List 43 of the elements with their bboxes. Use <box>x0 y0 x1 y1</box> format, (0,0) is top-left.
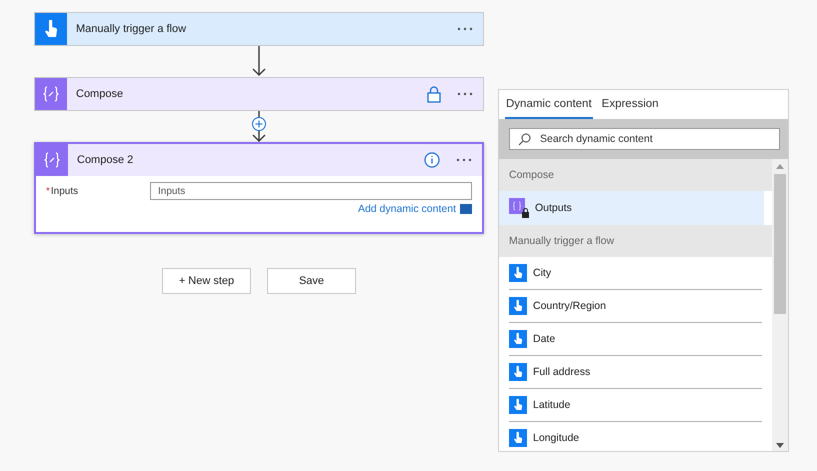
braces-icon <box>509 198 529 218</box>
dynamic-content-item[interactable]: Outputs <box>499 191 764 225</box>
dynamic-content-item[interactable]: Longitude <box>509 422 762 451</box>
braces-icon <box>43 152 61 168</box>
search-icon <box>518 133 531 146</box>
insert-step-connector[interactable] <box>251 111 267 142</box>
hand-icon <box>509 297 527 315</box>
more-icon[interactable] <box>456 158 472 162</box>
inputs-field[interactable]: Inputs <box>150 182 472 200</box>
dynamic-content-item[interactable]: Latitude <box>509 389 762 422</box>
panel-tab[interactable]: Expression <box>600 90 660 119</box>
field-label: Inputs <box>50 186 78 196</box>
section-header: Compose <box>499 159 772 191</box>
step-card[interactable]: Compose 2 *Inputs Inputs Add dynamic content <box>34 142 484 234</box>
hand-icon <box>509 396 527 414</box>
dynamic-content-item[interactable]: City <box>509 257 762 290</box>
hand-icon <box>509 330 527 348</box>
dynamic-content-item[interactable]: Date <box>509 323 762 356</box>
more-icon[interactable] <box>457 27 473 31</box>
section-header: Manually trigger a flow <box>499 225 772 257</box>
dynamic-content-item[interactable]: Country/Region <box>509 290 762 323</box>
scrollbar[interactable] <box>772 159 788 451</box>
step-card[interactable]: Compose <box>34 77 484 111</box>
arrow-connector <box>252 46 266 77</box>
step-card[interactable]: Manually trigger a flow <box>34 12 484 46</box>
hand-icon <box>44 20 58 38</box>
step-title: Compose <box>76 88 124 100</box>
search-field[interactable]: Search dynamic content <box>509 128 780 150</box>
required-mark: * <box>46 186 50 196</box>
info-icon[interactable] <box>424 152 440 168</box>
braces-icon <box>42 86 60 102</box>
step-title: Compose 2 <box>77 154 134 166</box>
step-title: Manually trigger a flow <box>76 23 188 35</box>
hand-icon <box>509 363 527 381</box>
hand-icon <box>509 264 527 282</box>
step-button[interactable]: Save <box>267 268 356 294</box>
scroll-down-icon[interactable] <box>776 443 784 448</box>
dynamic-content-item[interactable]: Full address <box>509 356 762 389</box>
add-dynamic-content-link[interactable]: Add dynamic content <box>358 203 456 215</box>
more-icon[interactable] <box>457 92 473 96</box>
hand-icon <box>509 429 527 447</box>
step-button[interactable]: + New step <box>162 268 251 294</box>
lock-icon[interactable] <box>427 86 441 102</box>
